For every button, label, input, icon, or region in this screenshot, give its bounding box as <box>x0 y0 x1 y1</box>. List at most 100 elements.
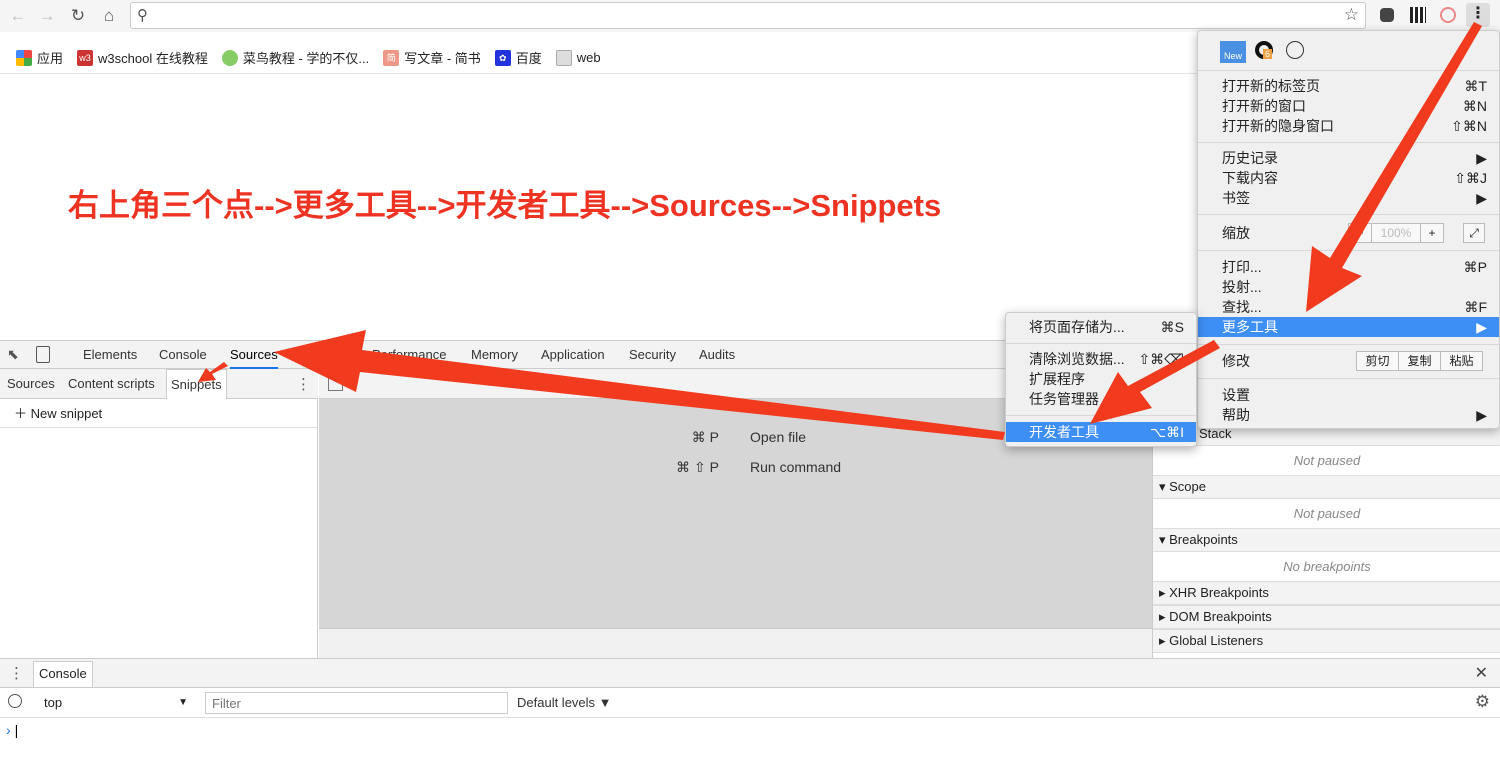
xhr-breakpoints-section[interactable]: ▸ XHR Breakpoints <box>1153 581 1500 605</box>
menu-extensions[interactable]: 扩展程序 <box>1006 369 1196 389</box>
address-bar[interactable]: ⚲ ☆ <box>130 2 1366 29</box>
console-drawer-header: ⋮ Console ✕ <box>0 658 1500 688</box>
bookmark-baidu[interactable]: ✿ 百度 <box>494 48 542 67</box>
toggle-navigator-icon[interactable] <box>328 377 343 391</box>
evernote-extension-icon[interactable] <box>1380 8 1394 22</box>
gear-icon[interactable]: ⚙ <box>1475 692 1490 712</box>
folder-icon <box>555 49 572 66</box>
bookmark-w3school[interactable]: w3 w3school 在线教程 <box>77 48 208 67</box>
bookmark-star-icon[interactable]: ☆ <box>1344 5 1359 25</box>
back-button[interactable]: ← <box>8 6 28 26</box>
menu-clear-browsing-data[interactable]: 清除浏览数据... ⇧⌘⌫ <box>1006 349 1196 369</box>
menu-label: 修改 <box>1222 353 1250 369</box>
more-tools-submenu: 将页面存储为... ⌘S 清除浏览数据... ⇧⌘⌫ 扩展程序 任务管理器 开发者工… <box>1005 312 1197 447</box>
tab-memory[interactable]: Memory <box>471 341 518 369</box>
tab-network[interactable]: Network <box>300 341 348 369</box>
menu-new-tab[interactable]: 打开新的标签页 ⌘T <box>1198 76 1499 96</box>
close-icon[interactable]: ✕ <box>1475 663 1488 683</box>
cut-button[interactable]: 剪切 <box>1356 351 1399 371</box>
bookmark-folder-web[interactable]: web <box>555 49 601 66</box>
menu-zoom: 缩放 − 100% + ⤢ <box>1198 223 1499 243</box>
zoom-in-button[interactable]: + <box>1420 223 1444 243</box>
chevron-down-icon: ▼ <box>178 697 188 708</box>
extension-icon[interactable] <box>1440 7 1456 23</box>
bookmark-apps[interactable]: 应用 <box>16 48 63 67</box>
menu-print[interactable]: 打印... ⌘P <box>1198 257 1499 277</box>
menu-history[interactable]: 历史记录 ▶ <box>1198 148 1499 168</box>
paste-button[interactable]: 粘贴 <box>1440 351 1483 371</box>
qrcode-extension-icon[interactable] <box>1410 7 1426 23</box>
reload-button[interactable]: ↻ <box>68 6 88 26</box>
menu-new-window[interactable]: 打开新的窗口 ⌘N <box>1198 96 1499 116</box>
menu-shortcut: ⇧⌘J <box>1454 170 1487 186</box>
extension-icon[interactable]: 6 <box>1255 41 1273 59</box>
menu-bookmarks[interactable]: 书签 ▶ <box>1198 188 1499 208</box>
context-select[interactable]: top ▼ <box>36 692 194 714</box>
breakpoints-section[interactable]: ▾ Breakpoints <box>1153 528 1500 552</box>
menu-help[interactable]: 帮助 ▶ <box>1198 405 1499 425</box>
annotation-text: 右上角三个点-->更多工具-->开发者工具-->Sources-->Snippe… <box>68 188 942 223</box>
global-listeners-section[interactable]: ▸ Global Listeners <box>1153 629 1500 653</box>
bookmark-label: 菜鸟教程 - 学的不仅... <box>242 51 370 66</box>
menu-more-tools[interactable]: 更多工具 ▶ <box>1198 317 1499 337</box>
bookmark-jianshu[interactable]: 简写文章 - 简书 <box>383 48 481 67</box>
section-title: Global Listeners <box>1169 633 1264 648</box>
menu-task-manager[interactable]: 任务管理器 <box>1006 389 1196 409</box>
tab-performance[interactable]: Performance <box>372 341 446 369</box>
clear-console-icon[interactable] <box>8 694 22 708</box>
empty-message: Not paused <box>1293 453 1361 468</box>
cat-extension-icon[interactable] <box>1286 41 1304 59</box>
empty-message: Not paused <box>1293 506 1361 521</box>
home-button[interactable]: ⌂ <box>99 6 119 26</box>
menu-downloads[interactable]: 下载内容 ⇧⌘J <box>1198 168 1499 188</box>
section-title: XHR Breakpoints <box>1169 585 1269 600</box>
subtab-content-scripts[interactable]: Content scripts <box>68 369 155 399</box>
tab-console[interactable]: Console <box>159 341 207 369</box>
levels-dropdown[interactable]: Default levels ▼ <box>517 695 612 710</box>
menu-label: 将页面存储为... <box>1029 319 1125 335</box>
menu-label: 书签 <box>1222 190 1250 206</box>
menu-label: 清除浏览数据... <box>1029 351 1125 367</box>
inspect-element-icon[interactable]: ⬉ <box>7 346 19 363</box>
run-command-hint[interactable]: Run command <box>750 459 841 475</box>
menu-developer-tools[interactable]: 开发者工具 ⌥⌘I <box>1006 422 1196 442</box>
menu-label: 投射... <box>1222 279 1262 295</box>
tab-elements[interactable]: Elements <box>83 341 137 369</box>
filter-input[interactable] <box>205 692 508 714</box>
open-file-hint[interactable]: Open file <box>750 429 806 445</box>
menu-find[interactable]: 查找... ⌘F <box>1198 297 1499 317</box>
fullscreen-icon[interactable]: ⤢ <box>1463 223 1485 243</box>
tab-audits[interactable]: Audits <box>699 341 735 369</box>
badge-text: New <box>1223 51 1242 61</box>
drawer-menu-icon[interactable]: ⋮ <box>9 664 24 682</box>
menu-shortcut: ⌘P <box>1463 259 1487 275</box>
bookmark-runoob[interactable]: 菜鸟教程 - 学的不仅... <box>221 48 370 67</box>
subtab-sources[interactable]: Sources <box>7 369 55 399</box>
menu-settings[interactable]: 设置 <box>1198 385 1499 405</box>
navigator-tabs: Sources Content scripts Snippets ⋮ <box>0 369 318 399</box>
badge-count: 6 <box>1263 49 1273 59</box>
tab-security[interactable]: Security <box>629 341 676 369</box>
tab-sources[interactable]: Sources <box>230 341 278 369</box>
shortcut-keys: ⌘ P <box>691 429 719 445</box>
drawer-tab-console[interactable]: Console <box>33 661 93 687</box>
menu-incognito[interactable]: 打开新的隐身窗口 ⇧⌘N <box>1198 116 1499 136</box>
menu-save-page[interactable]: 将页面存储为... ⌘S <box>1006 317 1196 337</box>
new-extension-icon[interactable]: New <box>1220 41 1246 63</box>
chrome-menu-kebab-icon[interactable]: ⋮ <box>1466 3 1490 27</box>
tab-application[interactable]: Application <box>541 341 605 369</box>
more-options-icon[interactable]: ⋮ <box>296 375 311 393</box>
copy-button[interactable]: 复制 <box>1398 351 1441 371</box>
forward-button[interactable]: → <box>37 6 57 26</box>
scope-section[interactable]: ▾ Scope <box>1153 475 1500 499</box>
dom-breakpoints-section[interactable]: ▸ DOM Breakpoints <box>1153 605 1500 629</box>
menu-cast[interactable]: 投射... <box>1198 277 1499 297</box>
menu-label: 查找... <box>1222 299 1262 315</box>
subtab-snippets[interactable]: Snippets <box>166 369 227 399</box>
device-toolbar-icon[interactable] <box>36 346 50 363</box>
console-prompt[interactable]: › | <box>6 722 18 738</box>
menu-label: 打开新的标签页 <box>1222 78 1320 94</box>
new-snippet-button[interactable]: ＋ New snippet <box>0 399 317 428</box>
section-title: Breakpoints <box>1169 532 1238 547</box>
zoom-out-button[interactable]: − <box>1348 223 1372 243</box>
